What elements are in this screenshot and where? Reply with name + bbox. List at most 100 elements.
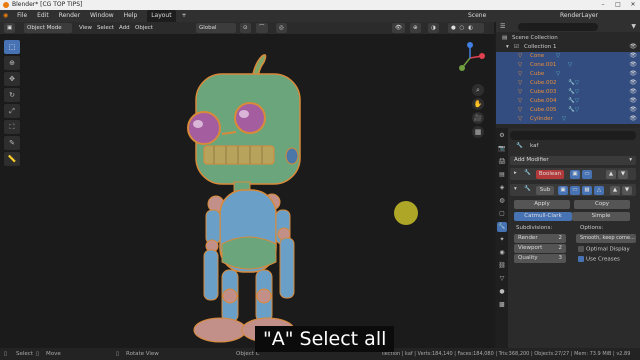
eye-icon[interactable]: 👁: [629, 79, 637, 88]
checkbox-icon[interactable]: ☑: [514, 43, 519, 52]
minimize-button[interactable]: –: [596, 0, 610, 10]
object-tab-icon[interactable]: ▢: [497, 209, 507, 219]
grid-icon[interactable]: ▦: [472, 126, 484, 138]
modifier-boolean-name[interactable]: Boolean: [536, 169, 564, 179]
scene-collection-row[interactable]: ▤ Scene Collection: [496, 34, 640, 43]
eye-icon[interactable]: 👁: [629, 70, 637, 79]
pan-icon[interactable]: ✋: [472, 98, 484, 110]
outliner-item[interactable]: ▽ Cube.005 🔧▽ 👁: [496, 106, 640, 115]
menu-render[interactable]: Render: [55, 10, 84, 22]
navigation-gizmo[interactable]: [452, 40, 488, 80]
menu-add[interactable]: Add: [116, 23, 133, 33]
move-up-icon[interactable]: ▲: [610, 185, 620, 195]
outliner-search-input[interactable]: [518, 23, 598, 31]
uv-smooth-dropdown[interactable]: Smooth, keep corne...: [576, 234, 636, 243]
modifier-subsurf-name[interactable]: Sub: [536, 185, 554, 195]
particles-tab-icon[interactable]: ✦: [497, 235, 507, 245]
render-levels-field[interactable]: Render 2: [514, 234, 566, 243]
orientation-selector[interactable]: Global: [196, 23, 236, 33]
pivot-icon[interactable]: ⊙: [240, 23, 251, 33]
catmull-clark-button[interactable]: Catmull-Clark: [514, 212, 572, 221]
scale-icon[interactable]: ⤢: [4, 104, 20, 118]
editmode-toggle-icon[interactable]: ▦: [582, 185, 592, 195]
modifier-tab-icon[interactable]: 🔧: [497, 222, 507, 232]
editor-type-icon[interactable]: ▣: [4, 23, 16, 33]
add-workspace-button[interactable]: +: [178, 10, 191, 22]
scene-selector[interactable]: Scene: [464, 10, 490, 22]
eye-icon[interactable]: 👁: [629, 61, 637, 70]
optimal-display-checkbox[interactable]: Optimal Display: [578, 246, 630, 253]
snap-icon[interactable]: ⌒: [256, 23, 268, 33]
3d-viewport[interactable]: ⌕ ✋ 🎥 ▦: [0, 34, 494, 348]
visibility-icon[interactable]: 👁: [392, 23, 405, 33]
menu-object[interactable]: Object: [132, 23, 156, 33]
move-icon[interactable]: ✥: [4, 72, 20, 86]
cursor-icon[interactable]: ⊕: [4, 56, 20, 70]
viewport-levels-field[interactable]: Viewport 2: [514, 244, 566, 253]
maximize-button[interactable]: □: [611, 0, 625, 10]
measure-icon[interactable]: 📏: [4, 152, 20, 166]
move-up-icon[interactable]: ▲: [606, 169, 616, 179]
outliner-item[interactable]: ▽ Cube.002 🔧▽ 👁: [496, 79, 640, 88]
scene-tab-icon[interactable]: ◈: [497, 183, 507, 193]
eye-icon[interactable]: 👁: [629, 88, 637, 97]
expand-icon[interactable]: ▾: [506, 43, 509, 52]
tab-layout[interactable]: Layout: [147, 10, 176, 22]
expand-icon[interactable]: ▾: [514, 186, 517, 192]
constraints-tab-icon[interactable]: ⛓: [497, 261, 507, 271]
menu-view[interactable]: View: [76, 23, 95, 33]
blender-menu-icon[interactable]: ◉: [0, 10, 11, 22]
quality-field[interactable]: Quality 3: [514, 254, 566, 263]
collection-row[interactable]: ▾ ☑ Collection 1 👁: [496, 43, 640, 52]
outliner-item[interactable]: ▽ Cube.004 🔧▽ 👁: [496, 97, 640, 106]
outliner-item[interactable]: ▽ Cone ▽ 👁: [496, 52, 640, 61]
camera-toggle-icon[interactable]: ▣: [558, 185, 568, 195]
outliner-editor-icon[interactable]: ☰: [500, 23, 505, 30]
transform-icon[interactable]: ⛶: [4, 120, 20, 134]
outliner-item[interactable]: ▽ Cube ▽ 👁: [496, 70, 640, 79]
physics-tab-icon[interactable]: ◉: [497, 248, 507, 258]
camera-toggle-icon[interactable]: ▣: [570, 169, 580, 179]
simple-button[interactable]: Simple: [572, 212, 630, 221]
zoom-icon[interactable]: ⌕: [472, 84, 484, 96]
view-layer-selector[interactable]: RenderLayer: [556, 10, 602, 22]
menu-select[interactable]: Select: [94, 23, 117, 33]
outliner-item[interactable]: ▽ Cone.001 ▽ 👁: [496, 61, 640, 70]
copy-button[interactable]: Copy: [574, 200, 630, 209]
modifier-boolean-header[interactable]: ▸ 🔧 Boolean ▣ ▭ ▲ ▼: [510, 168, 636, 180]
rotate-icon[interactable]: ↻: [4, 88, 20, 102]
outliner-item[interactable]: ▽ Cube.003 🔧▽ 👁: [496, 88, 640, 97]
eye-icon[interactable]: 👁: [629, 106, 637, 115]
render-tab-icon[interactable]: 📷: [497, 144, 507, 154]
overlay-icon[interactable]: ◑: [428, 23, 439, 33]
outliner-item[interactable]: ▽ Cylinder ▽ 👁: [496, 115, 640, 124]
gizmo-icon[interactable]: ⊕: [410, 23, 421, 33]
add-modifier-dropdown[interactable]: Add Modifier ▾: [510, 156, 636, 165]
view-layer-tab-icon[interactable]: ▤: [497, 170, 507, 180]
display-toggle-icon[interactable]: ▭: [570, 185, 580, 195]
select-box-icon[interactable]: ⬚: [4, 40, 20, 54]
use-creases-checkbox[interactable]: Use Creases: [578, 256, 620, 263]
menu-help[interactable]: Help: [120, 10, 142, 22]
menu-window[interactable]: Window: [86, 10, 118, 22]
modifier-subsurf-header[interactable]: ▾ 🔧 Sub ▣ ▭ ▦ △ ▲ ▼: [510, 184, 636, 196]
apply-button[interactable]: Apply: [514, 200, 570, 209]
expand-icon[interactable]: ▸: [514, 170, 517, 176]
eye-icon[interactable]: 👁: [629, 52, 637, 61]
output-tab-icon[interactable]: 🖨: [497, 157, 507, 167]
eye-icon[interactable]: 👁: [629, 115, 637, 124]
mode-selector[interactable]: Object Mode: [24, 23, 72, 33]
tool-tab-icon[interactable]: ⚙: [497, 131, 507, 141]
annotate-icon[interactable]: ✎: [4, 136, 20, 150]
properties-search-input[interactable]: [510, 131, 636, 140]
cage-toggle-icon[interactable]: △: [594, 185, 604, 195]
move-down-icon[interactable]: ▼: [618, 169, 628, 179]
display-toggle-icon[interactable]: ▭: [582, 169, 592, 179]
shading-modes[interactable]: ● ○ ◐ ◒: [448, 23, 484, 41]
menu-file[interactable]: File: [13, 10, 31, 22]
material-tab-icon[interactable]: ●: [497, 287, 507, 297]
camera-icon[interactable]: 🎥: [472, 112, 484, 124]
move-down-icon[interactable]: ▼: [622, 185, 632, 195]
eye-icon[interactable]: 👁: [629, 43, 637, 52]
menu-edit[interactable]: Edit: [33, 10, 53, 22]
